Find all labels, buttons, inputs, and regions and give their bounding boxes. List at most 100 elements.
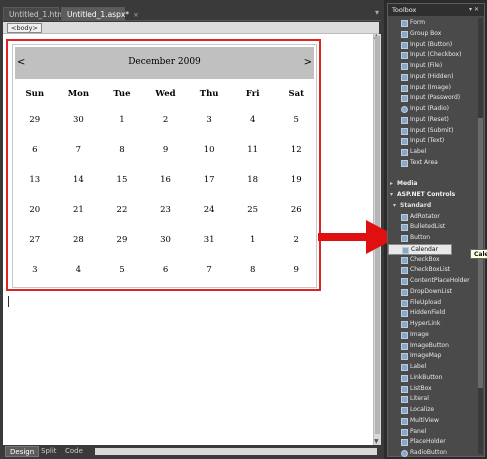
calendar-day-cell[interactable]: 6 (144, 255, 188, 285)
toolbox-item[interactable]: Label (388, 147, 478, 158)
calendar-day-cell[interactable]: 8 (231, 255, 275, 285)
calendar-day-cell[interactable]: 9 (274, 255, 318, 285)
calendar-day-cell[interactable]: 7 (57, 135, 101, 165)
calendar-day-cell[interactable]: 4 (231, 105, 275, 135)
calendar-day-cell[interactable]: 29 (13, 105, 57, 135)
calendar-day-cell[interactable]: 22 (100, 195, 144, 225)
toolbox-item[interactable]: HyperLink (388, 319, 478, 330)
toolbox-item[interactable]: MultiView (388, 416, 478, 427)
editor-horizontal-scrollbar[interactable] (95, 448, 377, 455)
calendar-day-cell[interactable]: 27 (13, 225, 57, 255)
split-view-tab[interactable]: Split (37, 446, 61, 457)
toolbox-item[interactable]: Input (Checkbox) (388, 50, 478, 61)
toolbox-item[interactable]: ImageButton (388, 341, 478, 352)
toolbox-category[interactable]: ▾ ASP.NET Controls (388, 190, 478, 201)
calendar-day-cell[interactable]: 30 (144, 225, 188, 255)
calendar-day-cell[interactable]: 4 (57, 255, 101, 285)
toolbox-item[interactable]: Calendar (388, 243, 452, 255)
expanded-triangle-icon[interactable]: ▾ (390, 190, 393, 201)
calendar-day-cell[interactable]: 1 (100, 105, 144, 135)
toolbox-item[interactable]: Input (Hidden) (388, 72, 478, 83)
close-icon[interactable]: × (133, 11, 139, 19)
toolbox-item[interactable]: ListBox (388, 384, 478, 395)
calendar-day-cell[interactable]: 20 (13, 195, 57, 225)
calendar-day-cell[interactable]: 10 (187, 135, 231, 165)
tab-untitled-aspx[interactable]: Untitled_1.aspx* × (61, 7, 139, 21)
calendar-day-cell[interactable]: 6 (13, 135, 57, 165)
toolbox-scrollbar[interactable] (478, 18, 483, 454)
toolbox-item-label: Label (410, 363, 427, 370)
calendar-day-cell[interactable]: 30 (57, 105, 101, 135)
toolbox-item[interactable]: LinkButton (388, 373, 478, 384)
calendar-day-cell[interactable]: 13 (13, 165, 57, 195)
toolbox-item[interactable]: Literal (388, 394, 478, 405)
toolbox-item[interactable]: Panel (388, 427, 478, 438)
tab-untitled-html[interactable]: Untitled_1.html (3, 7, 67, 21)
calendar-day-cell[interactable]: 2 (274, 225, 318, 255)
calendar-day-cell[interactable]: 15 (100, 165, 144, 195)
calendar-day-cell[interactable]: 1 (231, 225, 275, 255)
calendar-day-cell[interactable]: 14 (57, 165, 101, 195)
calendar-day-cell[interactable]: 28 (57, 225, 101, 255)
toolbox-item[interactable]: AdRotator (388, 212, 478, 223)
toolbox-item[interactable]: Group Box (388, 29, 478, 40)
body-tag-chip[interactable]: <body> (7, 23, 42, 33)
toolbox-item[interactable]: Image (388, 330, 478, 341)
toolbox-item[interactable]: PlaceHolder (388, 437, 478, 448)
calendar-day-cell[interactable]: 12 (274, 135, 318, 165)
toolbox-subcategory[interactable]: ▾ Standard (388, 201, 478, 212)
calendar-day-cell[interactable]: 21 (57, 195, 101, 225)
calendar-day-cell[interactable]: 31 (187, 225, 231, 255)
toolbox-item[interactable]: Text Area (388, 158, 478, 169)
calendar-day-cell[interactable]: 3 (187, 105, 231, 135)
toolbox-item[interactable]: CheckBox (388, 255, 478, 266)
toolbox-item[interactable]: BulletedList (388, 222, 478, 233)
calendar-day-cell[interactable]: 5 (274, 105, 318, 135)
toolbox-item[interactable]: Input (Text) (388, 136, 478, 147)
toolbox-item[interactable]: Input (Image) (388, 83, 478, 94)
next-month-link[interactable]: > (304, 57, 312, 68)
design-view-tab[interactable]: Design (5, 446, 40, 457)
toolbox-item[interactable]: Input (Reset) (388, 115, 478, 126)
tab-list-dropdown-icon[interactable]: ▾ (375, 8, 379, 17)
calendar-day-cell[interactable]: 19 (274, 165, 318, 195)
toolbox-item[interactable]: Button (388, 233, 478, 244)
toolbox-item[interactable]: FileUpload (388, 298, 478, 309)
calendar-day-cell[interactable]: 17 (187, 165, 231, 195)
toolbox-item[interactable]: Input (Submit) (388, 126, 478, 137)
calendar-day-cell[interactable]: 18 (231, 165, 275, 195)
expanded-triangle-icon[interactable]: ▾ (393, 201, 396, 212)
panel-pin-close-icons[interactable]: ▾✕ (469, 4, 481, 16)
calendar-day-cell[interactable]: 11 (231, 135, 275, 165)
toolbox-item[interactable]: RadioButton (388, 448, 478, 459)
calendar-day-cell[interactable]: 24 (187, 195, 231, 225)
collapsed-triangle-icon[interactable]: ▸ (390, 179, 393, 190)
toolbox-item[interactable]: ImageMap (388, 351, 478, 362)
calendar-day-cell[interactable]: 16 (144, 165, 188, 195)
calendar-day-cell[interactable]: 7 (187, 255, 231, 285)
calendar-day-cell[interactable]: 3 (13, 255, 57, 285)
toolbox-item[interactable]: Label (388, 362, 478, 373)
toolbox-item[interactable]: HiddenField (388, 308, 478, 319)
toolbox-item[interactable]: Input (File) (388, 61, 478, 72)
toolbox-item[interactable]: Localize (388, 405, 478, 416)
toolbox-item[interactable]: Form (388, 18, 478, 29)
toolbox-item[interactable]: ContentPlaceHolder (388, 276, 478, 287)
calendar-day-cell[interactable]: 2 (144, 105, 188, 135)
calendar-day-cell[interactable]: 23 (144, 195, 188, 225)
toolbox-item[interactable]: CheckBoxList (388, 265, 478, 276)
code-view-tab[interactable]: Code (61, 446, 87, 457)
toolbox-item[interactable]: Input (Password) (388, 93, 478, 104)
calendar-day-cell[interactable]: 5 (100, 255, 144, 285)
scroll-down-icon[interactable]: ▼ (374, 438, 379, 445)
calendar-control[interactable]: < December 2009 > Sun Mon Tue Wed Thu Fr… (12, 44, 317, 288)
calendar-day-cell[interactable]: 8 (100, 135, 144, 165)
calendar-day-cell[interactable]: 26 (274, 195, 318, 225)
toolbox-item[interactable]: Input (Button) (388, 40, 478, 51)
toolbox-item[interactable]: Input (Radio) (388, 104, 478, 115)
calendar-day-cell[interactable]: 25 (231, 195, 275, 225)
calendar-day-cell[interactable]: 9 (144, 135, 188, 165)
calendar-day-cell[interactable]: 29 (100, 225, 144, 255)
toolbox-category[interactable]: ▸ Media (388, 179, 478, 190)
toolbox-item[interactable]: DropDownList (388, 287, 478, 298)
